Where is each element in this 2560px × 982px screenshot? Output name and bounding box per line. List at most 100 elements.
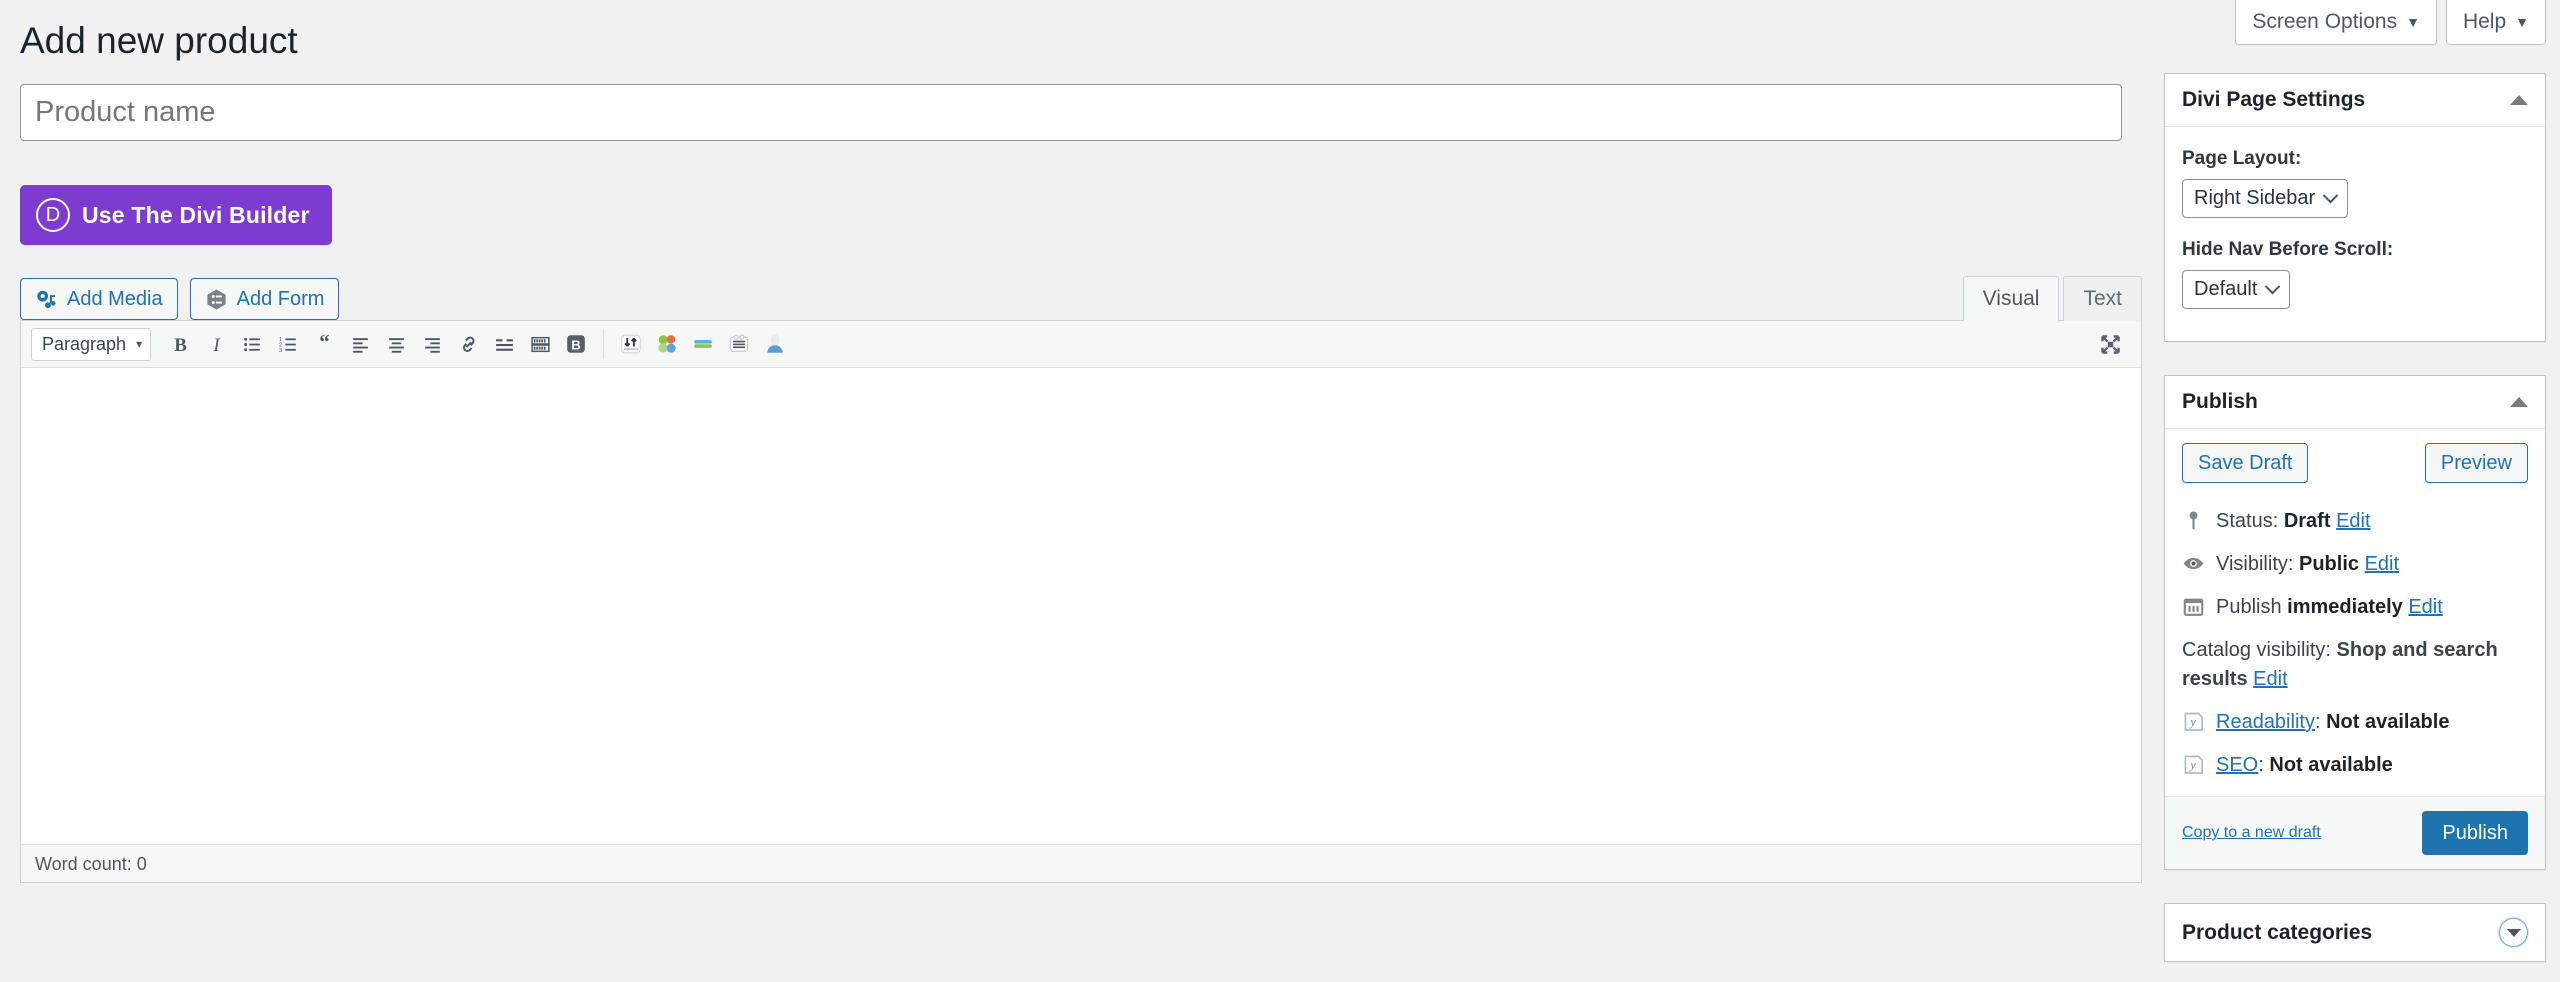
svg-text:B: B	[571, 338, 581, 353]
visibility-text: Visibility: Public Edit	[2216, 550, 2528, 579]
svg-text:“: “	[319, 334, 330, 354]
italic-icon[interactable]: I	[199, 327, 233, 361]
save-draft-button[interactable]: Save Draft	[2182, 443, 2309, 483]
sidebar: Divi Page Settings Page Layout: Right Si…	[2164, 73, 2546, 982]
add-media-label: Add Media	[67, 288, 163, 311]
read-more-icon[interactable]	[487, 327, 521, 361]
divi-builder-row: D Use The Divi Builder	[20, 185, 2142, 246]
use-divi-builder-button[interactable]: D Use The Divi Builder	[20, 185, 332, 246]
paragraph-format-value: Paragraph	[42, 333, 127, 354]
help-button[interactable]: Help ▼	[2445, 0, 2546, 45]
publish-footer: Copy to a new draft Publish	[2165, 796, 2545, 869]
insert-link-icon[interactable]	[451, 327, 485, 361]
paragraph-format-select[interactable]: Paragraph ▾	[31, 327, 152, 361]
add-form-label: Add Form	[236, 288, 325, 311]
readability-value: Not available	[2326, 711, 2450, 733]
seo-link[interactable]: SEO	[2216, 754, 2258, 776]
status-edit-link[interactable]: Edit	[2336, 510, 2370, 532]
sort-arrows-icon[interactable]	[614, 327, 648, 361]
product-categories-panel: Product categories	[2164, 903, 2546, 962]
collapse-toggle-icon[interactable]	[2510, 397, 2528, 407]
publish-header[interactable]: Publish	[2165, 376, 2545, 429]
toolbar-toggle-icon[interactable]	[523, 327, 557, 361]
publish-misc-actions: Status: Draft Edit Visibility: Public Ed…	[2165, 487, 2545, 796]
lines-card-icon[interactable]	[722, 327, 756, 361]
divi-page-settings-body: Page Layout: Right Sidebar Hide Nav Befo…	[2165, 127, 2545, 341]
pin-icon	[2182, 509, 2205, 532]
divi-page-settings-title: Divi Page Settings	[2182, 88, 2366, 111]
page-layout-label: Page Layout:	[2182, 148, 2302, 169]
fullscreen-icon[interactable]	[2093, 327, 2127, 361]
align-right-icon[interactable]	[415, 327, 449, 361]
editor-mode-tabs: Visual Text	[1959, 275, 2142, 322]
editor-toolbar: Paragraph ▾ B I 1 2 3 “ B	[21, 321, 2141, 369]
blockquote-icon[interactable]: “	[307, 327, 341, 361]
editor-media-buttons: Add Media Add Form Visual Text	[20, 275, 2142, 322]
editor-box: Paragraph ▾ B I 1 2 3 “ B Word count: 0	[20, 320, 2142, 884]
catalog-visibility-label: Catalog visibility:	[2182, 639, 2331, 661]
publish-title: Publish	[2182, 390, 2258, 413]
schedule-row: Publish immediately Edit	[2182, 593, 2528, 622]
svg-text:y: y	[2188, 758, 2196, 772]
publish-actions: Save Draft Preview	[2165, 429, 2545, 487]
schedule-text: Publish immediately Edit	[2216, 593, 2528, 622]
screen-options-button[interactable]: Screen Options ▼	[2235, 0, 2437, 45]
add-form-button[interactable]: Add Form	[189, 278, 340, 321]
readability-row: y Readability: Not available	[2182, 708, 2528, 737]
hide-nav-select[interactable]: Default	[2182, 270, 2291, 309]
divi-builder-label: Use The Divi Builder	[82, 201, 310, 228]
eye-icon	[2182, 552, 2205, 575]
product-categories-header[interactable]: Product categories	[2165, 904, 2545, 961]
chevron-down-icon: ▼	[2515, 13, 2529, 30]
stacked-bars-icon[interactable]	[686, 327, 720, 361]
page-layout-select[interactable]: Right Sidebar	[2182, 179, 2349, 218]
readability-link[interactable]: Readability	[2216, 711, 2315, 733]
chevron-down-icon: ▾	[136, 337, 143, 352]
copy-to-new-draft-link[interactable]: Copy to a new draft	[2182, 824, 2321, 842]
help-label: Help	[2462, 10, 2507, 33]
add-form-icon	[205, 288, 228, 311]
expand-toggle-icon[interactable]	[2499, 918, 2528, 947]
word-count-status: Word count: 0	[21, 844, 2141, 883]
divi-page-settings-header[interactable]: Divi Page Settings	[2165, 74, 2545, 127]
svg-text:B: B	[174, 334, 187, 354]
add-media-button[interactable]: Add Media	[20, 278, 178, 321]
tab-text[interactable]: Text	[2063, 275, 2142, 322]
collapse-toggle-icon[interactable]	[2510, 95, 2528, 105]
main-column: Add new product D Use The Divi Builder	[20, 0, 2142, 884]
add-media-icon	[35, 288, 58, 311]
tab-visual[interactable]: Visual	[1962, 275, 2060, 322]
bold-icon[interactable]: B	[163, 327, 197, 361]
chevron-down-icon: ▼	[2406, 13, 2420, 30]
align-left-icon[interactable]	[343, 327, 377, 361]
color-circles-icon[interactable]	[650, 327, 684, 361]
svg-text:y: y	[2188, 715, 2196, 729]
status-row: Status: Draft Edit	[2182, 507, 2528, 536]
align-center-icon[interactable]	[379, 327, 413, 361]
chevron-down-icon	[2322, 187, 2339, 204]
schedule-label: Publish	[2216, 596, 2282, 618]
bulleted-list-icon[interactable]	[235, 327, 269, 361]
publish-button[interactable]: Publish	[2422, 811, 2528, 855]
screen-meta-bar: Screen Options ▼ Help ▼	[2235, 0, 2546, 45]
editor-content-area[interactable]	[21, 368, 2141, 845]
bold-badge-icon[interactable]: B	[559, 327, 593, 361]
person-icon[interactable]	[758, 327, 792, 361]
status-text: Status: Draft Edit	[2216, 507, 2528, 536]
product-name-input[interactable]	[20, 84, 2122, 142]
status-label: Status:	[2216, 510, 2279, 532]
visibility-value: Public	[2299, 553, 2360, 575]
visibility-label: Visibility:	[2216, 553, 2294, 575]
admin-screen: Screen Options ▼ Help ▼ Add new product …	[0, 0, 2560, 982]
visibility-row: Visibility: Public Edit	[2182, 550, 2528, 579]
preview-button[interactable]: Preview	[2424, 443, 2528, 483]
seo-text: SEO: Not available	[2216, 751, 2528, 780]
svg-text:I: I	[212, 334, 221, 354]
numbered-list-icon[interactable]: 1 2 3	[271, 327, 305, 361]
visibility-edit-link[interactable]: Edit	[2365, 553, 2399, 575]
seo-row: y SEO: Not available	[2182, 751, 2528, 780]
hide-nav-value: Default	[2194, 278, 2258, 300]
catalog-visibility-edit-link[interactable]: Edit	[2253, 668, 2287, 690]
page-layout-value: Right Sidebar	[2194, 187, 2316, 209]
schedule-edit-link[interactable]: Edit	[2408, 596, 2442, 618]
